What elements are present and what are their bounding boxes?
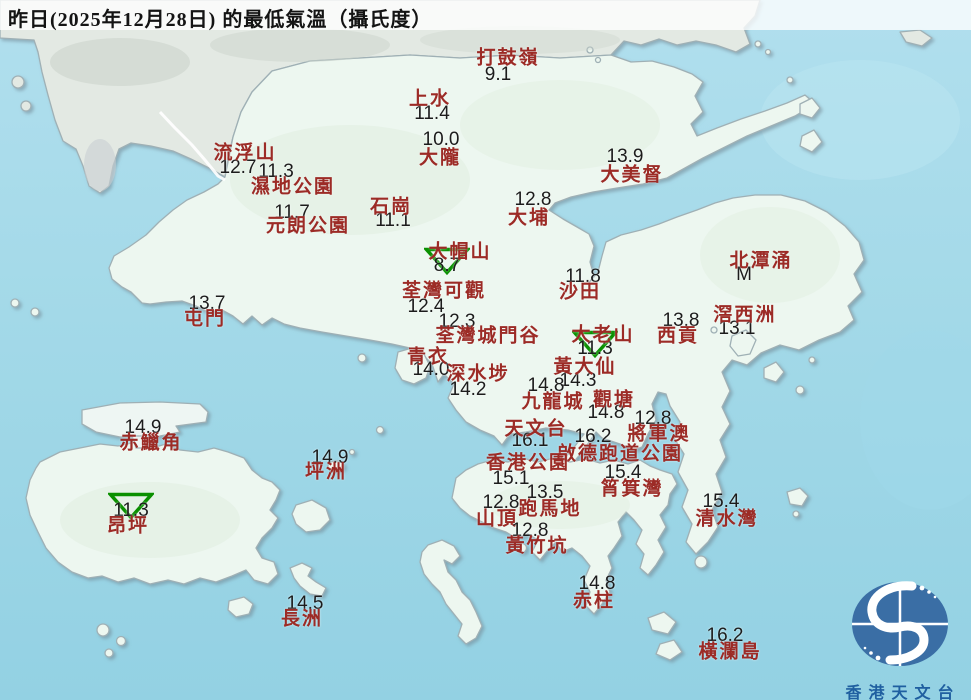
station-name: 跑馬地 bbox=[518, 498, 582, 520]
station-name: 深水埗 bbox=[446, 363, 510, 385]
urban-tint bbox=[84, 139, 116, 191]
weather-map-page: 昨日(2025年12月28日) 的最低氣溫（攝氏度） 9.1 打鼓嶺 11.4 上水 1… bbox=[0, 0, 971, 700]
land-islet bbox=[594, 56, 602, 64]
station-name: 赤鱲角 bbox=[119, 432, 183, 454]
land-islet bbox=[10, 298, 20, 308]
station-name: 昂坪 bbox=[106, 515, 150, 537]
observatory-name-zh: 香港天文台 bbox=[845, 685, 961, 700]
station-name: 坪洲 bbox=[304, 461, 348, 483]
station-name: 濕地公園 bbox=[250, 176, 336, 198]
station-name: 荃灣可觀 bbox=[401, 280, 487, 302]
land-islet bbox=[104, 648, 114, 658]
station-name: 大隴 bbox=[418, 147, 462, 169]
land-islet bbox=[30, 307, 40, 317]
station-name: 香港公園 bbox=[485, 452, 571, 474]
station-name: 大美督 bbox=[600, 164, 664, 186]
observatory-logo: 香港天文台 HONG KONG OBSERVATORY bbox=[828, 572, 971, 700]
station-name: 屯門 bbox=[183, 308, 227, 330]
land-islet bbox=[710, 326, 718, 334]
land-islet bbox=[20, 100, 32, 112]
station-name: 沙田 bbox=[558, 281, 602, 303]
station-name: 橫瀾島 bbox=[698, 641, 762, 663]
station-name: 元朗公園 bbox=[265, 215, 351, 237]
station-name: 打鼓嶺 bbox=[476, 47, 540, 69]
station-name: 北潭涌 bbox=[729, 250, 793, 272]
land-islet bbox=[348, 448, 356, 456]
land-islet bbox=[754, 40, 762, 48]
station-name: 筲箕灣 bbox=[600, 478, 664, 500]
land-islet bbox=[808, 356, 816, 364]
station-name: 上水 bbox=[408, 88, 452, 110]
land-islet bbox=[11, 75, 25, 89]
station-name: 黃竹坑 bbox=[505, 535, 569, 557]
land-islet bbox=[792, 510, 800, 518]
station-name: 赤柱 bbox=[572, 590, 616, 612]
station-name: 滘西洲 bbox=[713, 304, 777, 326]
station-name: 大老山 bbox=[571, 324, 635, 346]
hong-kong-map bbox=[0, 0, 971, 700]
station-name: 觀塘 bbox=[592, 389, 636, 411]
station-name: 大帽山 bbox=[428, 241, 492, 263]
land-islet bbox=[764, 48, 772, 56]
land-islet bbox=[115, 635, 127, 647]
land-islet bbox=[357, 353, 367, 363]
station-name: 天文台 bbox=[504, 418, 568, 440]
land-islet bbox=[786, 76, 794, 84]
urban-tint bbox=[50, 38, 190, 86]
land-tung-lung bbox=[694, 555, 708, 569]
station-name: 荃灣城門谷 bbox=[435, 325, 541, 347]
station-name: 大埔 bbox=[507, 207, 551, 229]
station-name: 九龍城 bbox=[521, 391, 585, 413]
land-islet bbox=[375, 425, 385, 435]
page-title: 昨日(2025年12月28日) 的最低氣溫（攝氏度） bbox=[8, 9, 433, 31]
station-name: 清水灣 bbox=[695, 508, 759, 530]
land-islet bbox=[96, 623, 110, 637]
station-name: 石崗 bbox=[369, 196, 413, 218]
station-name: 西貢 bbox=[656, 325, 700, 347]
station-name: 長洲 bbox=[280, 608, 324, 630]
station-name: 青衣 bbox=[406, 346, 450, 368]
urban-tint bbox=[210, 28, 390, 62]
observatory-logo-icon bbox=[852, 581, 948, 666]
land-islet bbox=[795, 385, 805, 395]
